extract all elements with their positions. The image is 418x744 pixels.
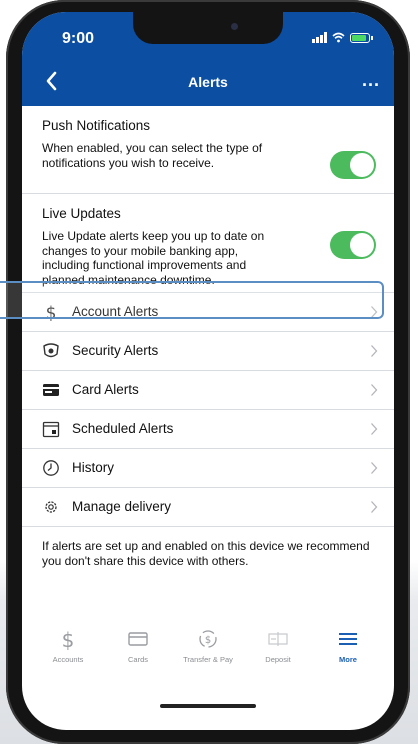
security-icon (43, 343, 59, 358)
security-alerts-row[interactable]: Security Alerts (22, 332, 394, 370)
battery-icon (350, 32, 373, 43)
live-updates-description: Live Update alerts keep you up to date o… (42, 229, 265, 287)
menu-item-label: Card Alerts (72, 382, 139, 397)
scheduled-alerts-row[interactable]: Scheduled Alerts (22, 410, 394, 448)
camera (231, 23, 238, 30)
home-indicator[interactable] (160, 704, 256, 708)
transfer-icon: $ (199, 630, 217, 648)
tab-label: Transfer & Pay (183, 655, 233, 664)
check-deposit-icon (268, 632, 288, 646)
tab-accounts[interactable]: $ Accounts (31, 628, 105, 664)
divider (22, 193, 394, 194)
chevron-right-icon (371, 345, 378, 357)
phone-frame: 9:00 Alerts ... Push Notifications When … (6, 0, 410, 744)
tab-cards[interactable]: Cards (101, 628, 175, 664)
dollar-icon: $ (62, 628, 75, 650)
status-time: 9:00 (62, 30, 95, 47)
tab-deposit[interactable]: Deposit (241, 628, 315, 664)
tab-label: Accounts (52, 655, 84, 664)
menu-icon (339, 633, 357, 645)
menu-item-label: History (72, 460, 115, 475)
status-icons (312, 32, 373, 43)
account-alerts-highlight (0, 281, 384, 319)
tab-more[interactable]: More (311, 628, 385, 664)
live-updates-title: Live Updates (42, 206, 121, 221)
history-icon (43, 460, 59, 476)
tab-label: More (339, 655, 357, 664)
phone-screen: 9:00 Alerts ... Push Notifications When … (22, 12, 394, 730)
card-icon (128, 632, 148, 646)
card-alerts-row[interactable]: Card Alerts (22, 371, 394, 409)
wifi-icon (332, 32, 345, 43)
push-notifications-title: Push Notifications (42, 118, 151, 133)
more-options-button[interactable]: ... (362, 70, 380, 91)
push-notifications-toggle[interactable] (330, 151, 376, 179)
history-row[interactable]: History (22, 449, 394, 487)
page-title: Alerts (188, 74, 228, 90)
chevron-right-icon (371, 423, 378, 435)
divider (22, 526, 394, 527)
manage-delivery-row[interactable]: Manage delivery (22, 488, 394, 526)
signal-icon (312, 32, 327, 43)
menu-item-label: Security Alerts (72, 343, 159, 358)
menu-item-label: Scheduled Alerts (72, 421, 174, 436)
bottom-tab-bar: $ Accounts Cards $ Transfer & Pay Deposi… (22, 624, 394, 680)
gear-icon (45, 501, 57, 513)
svg-text:$: $ (62, 628, 75, 650)
tab-label: Cards (127, 655, 148, 664)
tab-label: Deposit (265, 655, 291, 664)
live-updates-toggle[interactable] (330, 231, 376, 259)
chevron-right-icon (371, 462, 378, 474)
svg-text:$: $ (205, 635, 211, 646)
push-notifications-description: When enabled, you can select the type of… (42, 141, 263, 170)
security-note: If alerts are set up and enabled on this… (42, 539, 370, 568)
calendar-icon (42, 421, 60, 438)
chevron-right-icon (371, 501, 378, 513)
tab-transfer-pay[interactable]: $ Transfer & Pay (171, 628, 245, 664)
notch (133, 12, 283, 44)
chevron-right-icon (371, 384, 378, 396)
card-icon (43, 384, 59, 396)
menu-item-label: Manage delivery (72, 499, 172, 514)
